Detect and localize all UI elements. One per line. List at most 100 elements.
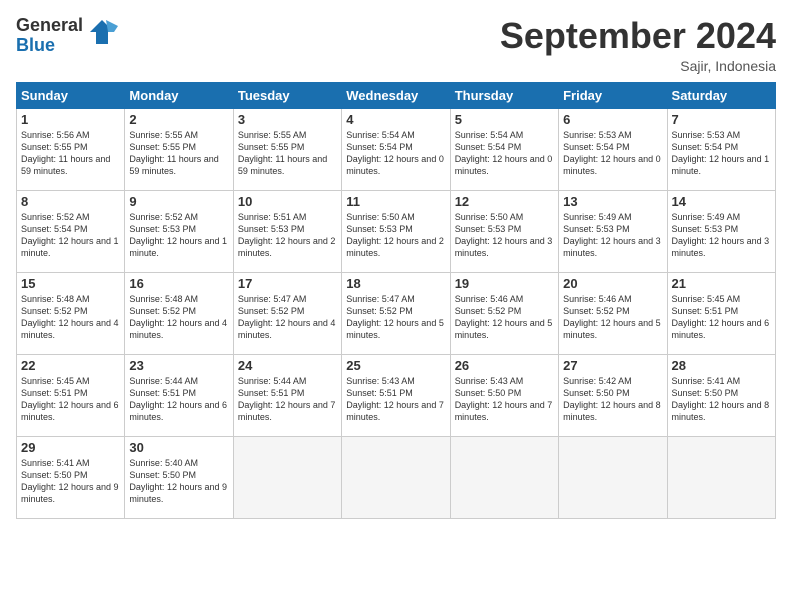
calendar-week-2: 8Sunrise: 5:52 AMSunset: 5:54 PMDaylight… <box>17 190 776 272</box>
day-info: Sunrise: 5:50 AMSunset: 5:53 PMDaylight:… <box>346 211 445 260</box>
day-info: Sunrise: 5:49 AMSunset: 5:53 PMDaylight:… <box>672 211 771 260</box>
day-info: Sunrise: 5:56 AMSunset: 5:55 PMDaylight:… <box>21 129 120 178</box>
page: General Blue September 2024 Sajir, Indon… <box>0 0 792 612</box>
table-row: 5 Sunrise: 5:54 AMSunset: 5:54 PMDaylight… <box>450 108 558 190</box>
col-monday: Monday <box>125 82 233 108</box>
table-row: 30Sunrise: 5:40 AMSunset: 5:50 PMDayligh… <box>125 436 233 518</box>
col-thursday: Thursday <box>450 82 558 108</box>
day-info: Sunrise: 5:43 AMSunset: 5:51 PMDaylight:… <box>346 375 445 424</box>
header: General Blue September 2024 Sajir, Indon… <box>16 16 776 74</box>
title-area: September 2024 Sajir, Indonesia <box>500 16 776 74</box>
logo-general: General <box>16 15 83 35</box>
day-number: 18 <box>346 276 445 291</box>
table-row: 20 Sunrise: 5:46 AMSunset: 5:52 PMDayligh… <box>559 272 667 354</box>
calendar-week-4: 22 Sunrise: 5:45 AMSunset: 5:51 PMDayligh… <box>17 354 776 436</box>
day-number: 26 <box>455 358 554 373</box>
month-title: September 2024 <box>500 16 776 56</box>
table-row: 23 Sunrise: 5:44 AMSunset: 5:51 PMDayligh… <box>125 354 233 436</box>
table-row: 8Sunrise: 5:52 AMSunset: 5:54 PMDaylight… <box>17 190 125 272</box>
day-info: Sunrise: 5:42 AMSunset: 5:50 PMDaylight:… <box>563 375 662 424</box>
day-info: Sunrise: 5:44 AMSunset: 5:51 PMDaylight:… <box>238 375 337 424</box>
table-row: 27 Sunrise: 5:42 AMSunset: 5:50 PMDayligh… <box>559 354 667 436</box>
day-info: Sunrise: 5:41 AMSunset: 5:50 PMDaylight:… <box>672 375 771 424</box>
day-number: 13 <box>563 194 662 209</box>
table-row <box>559 436 667 518</box>
table-row <box>667 436 775 518</box>
table-row: 17Sunrise: 5:47 AMSunset: 5:52 PMDayligh… <box>233 272 341 354</box>
table-row <box>342 436 450 518</box>
table-row: 24 Sunrise: 5:44 AMSunset: 5:51 PMDayligh… <box>233 354 341 436</box>
day-number: 27 <box>563 358 662 373</box>
day-number: 17 <box>238 276 337 291</box>
day-number: 12 <box>455 194 554 209</box>
day-info: Sunrise: 5:45 AMSunset: 5:51 PMDaylight:… <box>672 293 771 342</box>
table-row: 26Sunrise: 5:43 AMSunset: 5:50 PMDayligh… <box>450 354 558 436</box>
table-row: 3 Sunrise: 5:55 AMSunset: 5:55 PMDaylight… <box>233 108 341 190</box>
day-info: Sunrise: 5:44 AMSunset: 5:51 PMDaylight:… <box>129 375 228 424</box>
col-tuesday: Tuesday <box>233 82 341 108</box>
day-number: 2 <box>129 112 228 127</box>
table-row: 19 Sunrise: 5:46 AMSunset: 5:52 PMDayligh… <box>450 272 558 354</box>
table-row: 18 Sunrise: 5:47 AMSunset: 5:52 PMDayligh… <box>342 272 450 354</box>
logo: General Blue <box>16 16 118 56</box>
day-info: Sunrise: 5:53 AMSunset: 5:54 PMDaylight:… <box>563 129 662 178</box>
calendar-week-3: 15 Sunrise: 5:48 AMSunset: 5:52 PMDayligh… <box>17 272 776 354</box>
day-number: 19 <box>455 276 554 291</box>
table-row: 21 Sunrise: 5:45 AMSunset: 5:51 PMDayligh… <box>667 272 775 354</box>
day-info: Sunrise: 5:46 AMSunset: 5:52 PMDaylight:… <box>563 293 662 342</box>
day-info: Sunrise: 5:54 AMSunset: 5:54 PMDaylight:… <box>346 129 445 178</box>
day-info: Sunrise: 5:51 AMSunset: 5:53 PMDaylight:… <box>238 211 337 260</box>
table-row: 13 Sunrise: 5:49 AMSunset: 5:53 PMDayligh… <box>559 190 667 272</box>
calendar-week-1: 1 Sunrise: 5:56 AMSunset: 5:55 PMDaylight… <box>17 108 776 190</box>
day-info: Sunrise: 5:55 AMSunset: 5:55 PMDaylight:… <box>238 129 337 178</box>
day-info: Sunrise: 5:47 AMSunset: 5:52 PMDaylight:… <box>346 293 445 342</box>
day-info: Sunrise: 5:46 AMSunset: 5:52 PMDaylight:… <box>455 293 554 342</box>
day-number: 22 <box>21 358 120 373</box>
day-number: 9 <box>129 194 228 209</box>
day-number: 28 <box>672 358 771 373</box>
table-row: 7Sunrise: 5:53 AMSunset: 5:54 PMDaylight… <box>667 108 775 190</box>
day-number: 10 <box>238 194 337 209</box>
day-info: Sunrise: 5:45 AMSunset: 5:51 PMDaylight:… <box>21 375 120 424</box>
day-number: 16 <box>129 276 228 291</box>
col-wednesday: Wednesday <box>342 82 450 108</box>
day-number: 4 <box>346 112 445 127</box>
table-row: 29Sunrise: 5:41 AMSunset: 5:50 PMDayligh… <box>17 436 125 518</box>
day-number: 6 <box>563 112 662 127</box>
day-info: Sunrise: 5:52 AMSunset: 5:54 PMDaylight:… <box>21 211 120 260</box>
day-number: 20 <box>563 276 662 291</box>
day-number: 11 <box>346 194 445 209</box>
table-row: 11 Sunrise: 5:50 AMSunset: 5:53 PMDayligh… <box>342 190 450 272</box>
day-number: 5 <box>455 112 554 127</box>
logo-blue: Blue <box>16 35 55 55</box>
day-info: Sunrise: 5:54 AMSunset: 5:54 PMDaylight:… <box>455 129 554 178</box>
day-info: Sunrise: 5:50 AMSunset: 5:53 PMDaylight:… <box>455 211 554 260</box>
table-row: 6 Sunrise: 5:53 AMSunset: 5:54 PMDaylight… <box>559 108 667 190</box>
col-saturday: Saturday <box>667 82 775 108</box>
table-row: 4 Sunrise: 5:54 AMSunset: 5:54 PMDaylight… <box>342 108 450 190</box>
day-info: Sunrise: 5:55 AMSunset: 5:55 PMDaylight:… <box>129 129 228 178</box>
day-number: 21 <box>672 276 771 291</box>
day-info: Sunrise: 5:48 AMSunset: 5:52 PMDaylight:… <box>129 293 228 342</box>
day-info: Sunrise: 5:48 AMSunset: 5:52 PMDaylight:… <box>21 293 120 342</box>
day-number: 7 <box>672 112 771 127</box>
table-row <box>233 436 341 518</box>
table-row: 10 Sunrise: 5:51 AMSunset: 5:53 PMDayligh… <box>233 190 341 272</box>
day-info: Sunrise: 5:49 AMSunset: 5:53 PMDaylight:… <box>563 211 662 260</box>
table-row: 2 Sunrise: 5:55 AMSunset: 5:55 PMDaylight… <box>125 108 233 190</box>
day-number: 1 <box>21 112 120 127</box>
day-number: 15 <box>21 276 120 291</box>
day-number: 30 <box>129 440 228 455</box>
day-number: 14 <box>672 194 771 209</box>
day-number: 24 <box>238 358 337 373</box>
table-row: 16 Sunrise: 5:48 AMSunset: 5:52 PMDayligh… <box>125 272 233 354</box>
table-row: 28 Sunrise: 5:41 AMSunset: 5:50 PMDayligh… <box>667 354 775 436</box>
table-row: 15 Sunrise: 5:48 AMSunset: 5:52 PMDayligh… <box>17 272 125 354</box>
table-row <box>450 436 558 518</box>
day-number: 3 <box>238 112 337 127</box>
day-info: Sunrise: 5:41 AMSunset: 5:50 PMDaylight:… <box>21 457 120 506</box>
table-row: 1 Sunrise: 5:56 AMSunset: 5:55 PMDaylight… <box>17 108 125 190</box>
day-number: 23 <box>129 358 228 373</box>
col-friday: Friday <box>559 82 667 108</box>
calendar-table: Sunday Monday Tuesday Wednesday Thursday… <box>16 82 776 519</box>
